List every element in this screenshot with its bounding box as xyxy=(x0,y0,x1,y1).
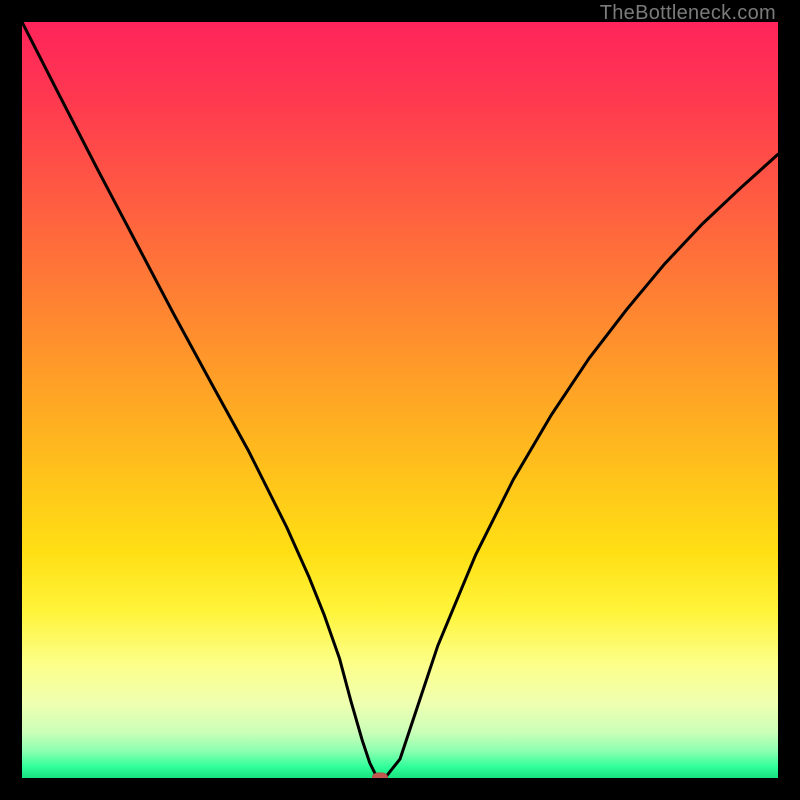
plot-area xyxy=(22,22,778,778)
watermark-text: TheBottleneck.com xyxy=(600,2,776,25)
chart-frame: TheBottleneck.com xyxy=(0,0,800,800)
bottleneck-curve xyxy=(22,22,778,778)
optimal-marker xyxy=(372,773,388,779)
